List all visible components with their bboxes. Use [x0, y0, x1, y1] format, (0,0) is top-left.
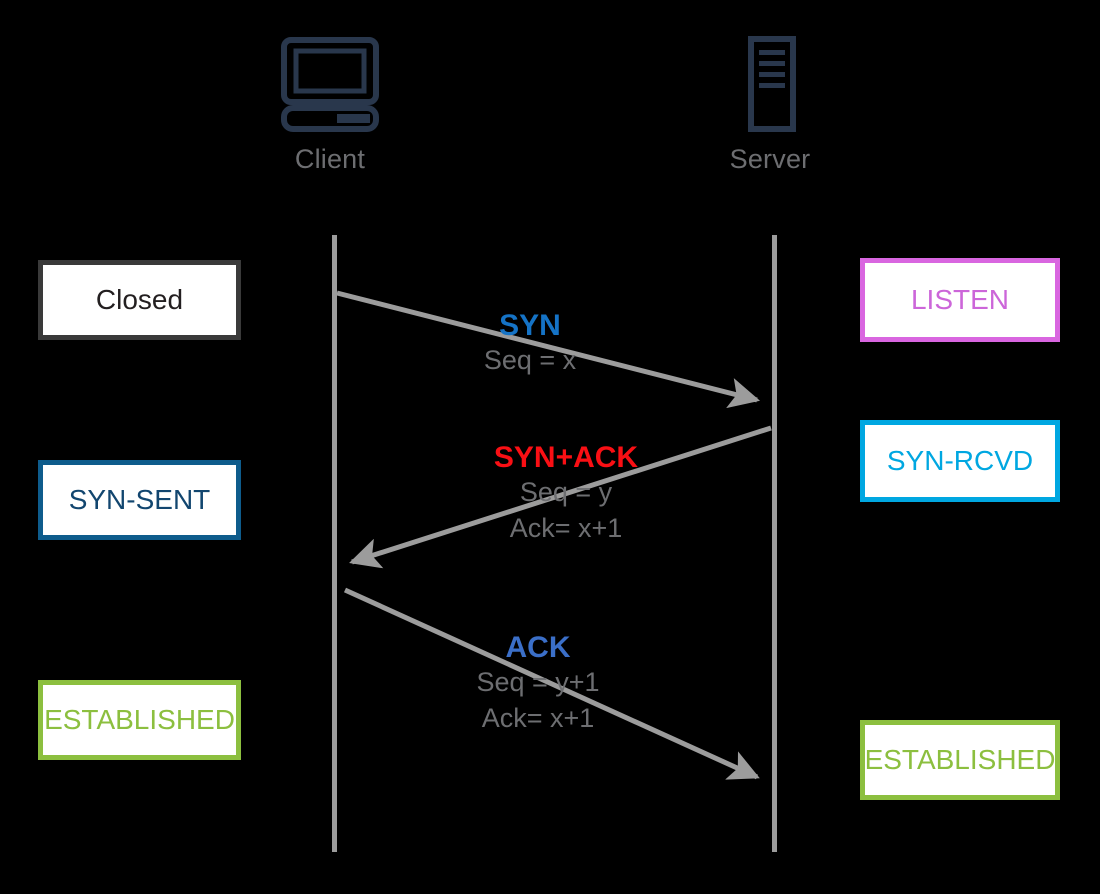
state-box-closed[interactable]: Closed [38, 260, 241, 340]
state-box-listen-label: LISTEN [910, 284, 1010, 315]
message-detail-ack-seq: Seq = y+1 [476, 667, 600, 698]
state-box-syn-sent[interactable]: SYN-SENT [38, 460, 241, 540]
message-name-syn: SYN [499, 309, 561, 342]
state-box-syn-rcvd-label: SYN-RCVD [886, 445, 1034, 476]
message-label-syn: SYN Seq = x [430, 308, 630, 379]
state-box-listen[interactable]: LISTEN [860, 258, 1060, 342]
tcp-handshake-diagram: Client Server Closed SYN-SENT ESTABLISHE… [0, 0, 1100, 894]
message-detail-syn-seq: Seq = x [483, 345, 577, 376]
message-detail-ack-ack: Ack= x+1 [481, 703, 595, 734]
state-box-established-server-label: ESTABLISHED [864, 744, 1056, 775]
state-box-closed-label: Closed [95, 284, 184, 315]
state-box-syn-sent-label: SYN-SENT [68, 484, 211, 515]
state-box-syn-rcvd[interactable]: SYN-RCVD [860, 420, 1060, 502]
state-box-established-client-label: ESTABLISHED [44, 704, 235, 735]
message-label-syn-ack: SYN+ACK Seq = y Ack= x+1 [466, 440, 666, 547]
state-box-established-server[interactable]: ESTABLISHED [860, 720, 1060, 800]
message-detail-syn-ack-ack: Ack= x+1 [509, 513, 623, 544]
message-name-ack: ACK [505, 631, 571, 664]
message-name-syn-ack: SYN+ACK [493, 441, 639, 474]
message-label-ack: ACK Seq = y+1 Ack= x+1 [438, 630, 638, 737]
state-box-established-client[interactable]: ESTABLISHED [38, 680, 241, 760]
message-detail-syn-ack-seq: Seq = y [519, 477, 613, 508]
